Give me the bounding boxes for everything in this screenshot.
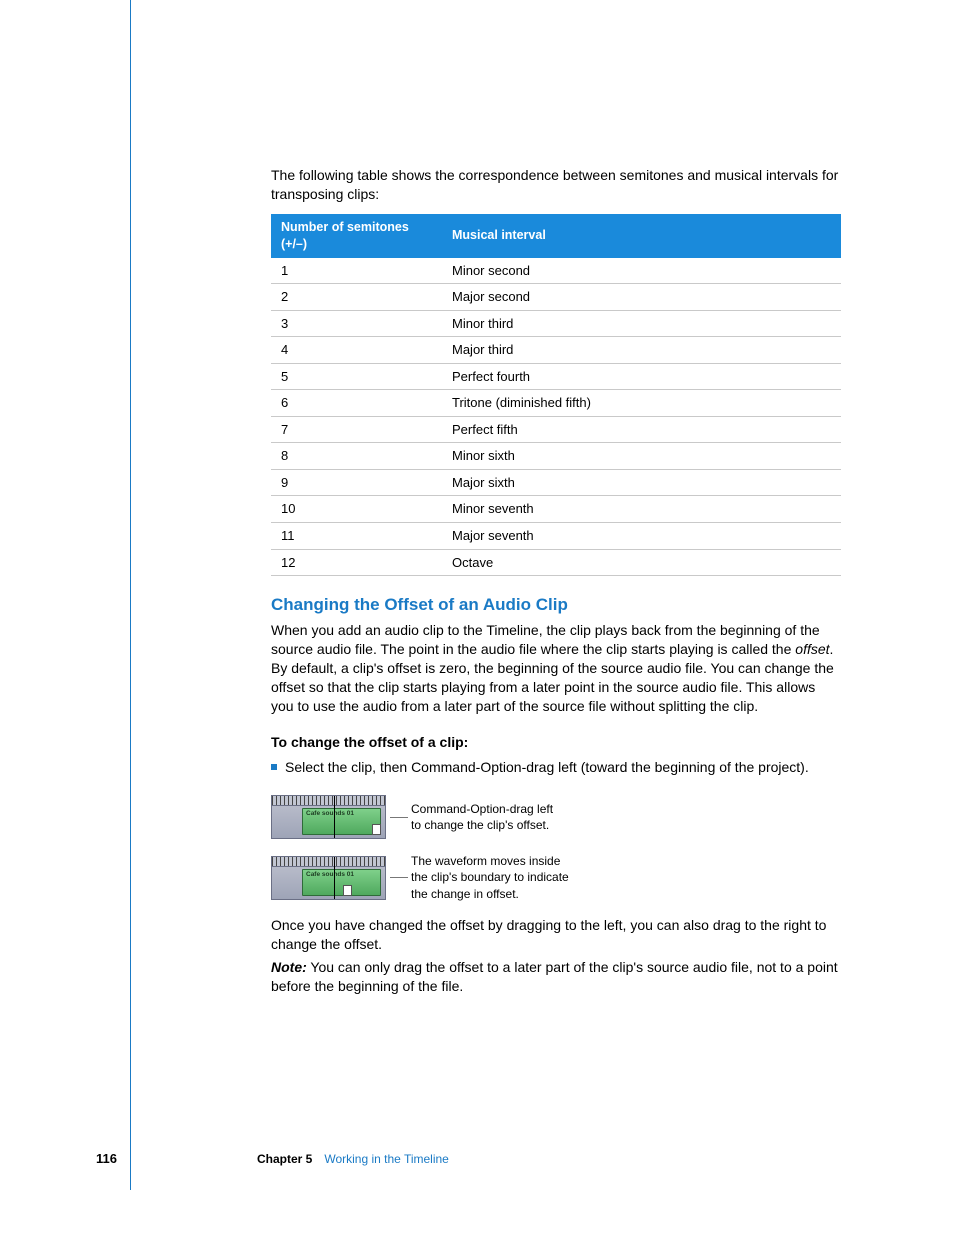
playhead: [334, 796, 335, 838]
timeline-ruler: [272, 796, 385, 806]
note-body: You can only drag the offset to a later …: [271, 959, 838, 994]
table-cell: 4: [271, 337, 442, 364]
step-list: Select the clip, then Command-Option-dra…: [271, 758, 841, 777]
table-cell: 3: [271, 310, 442, 337]
table-cell: 12: [271, 549, 442, 576]
section-heading: Changing the Offset of an Audio Clip: [271, 594, 841, 617]
caption-line: The waveform moves inside: [411, 854, 560, 868]
table-cell: Perfect fifth: [442, 416, 841, 443]
table-cell: Minor third: [442, 310, 841, 337]
table-cell: Minor sixth: [442, 443, 841, 470]
caption-1: Command-Option-drag left to change the c…: [411, 801, 553, 833]
table-cell: 1: [271, 258, 442, 284]
semitone-table: Number of semitones (+/–) Musical interv…: [271, 214, 841, 576]
table-cell: Minor seventh: [442, 496, 841, 523]
step-item: Select the clip, then Command-Option-dra…: [271, 758, 841, 777]
figure-2: Cafe sounds 01 The waveform moves inside…: [271, 853, 841, 902]
para-after-fig: Once you have changed the offset by drag…: [271, 916, 841, 954]
table-row: 9Major sixth: [271, 469, 841, 496]
note-paragraph: Note: You can only drag the offset to a …: [271, 958, 841, 996]
leader-line: [390, 817, 408, 818]
table-row: 1Minor second: [271, 258, 841, 284]
caption-line: the clip's boundary to indicate: [411, 870, 569, 884]
audio-clip: Cafe sounds 01: [302, 869, 381, 896]
table-row: 2Major second: [271, 284, 841, 311]
table-row: 6Tritone (diminished fifth): [271, 390, 841, 417]
table-cell: Major second: [442, 284, 841, 311]
table-header-interval: Musical interval: [442, 214, 841, 258]
table-row: 12Octave: [271, 549, 841, 576]
table-cell: 7: [271, 416, 442, 443]
clip-handle: [372, 824, 381, 835]
table-row: 3Minor third: [271, 310, 841, 337]
note-label: Note:: [271, 959, 307, 975]
table-row: 8Minor sixth: [271, 443, 841, 470]
table-row: 7Perfect fifth: [271, 416, 841, 443]
table-cell: Perfect fourth: [442, 363, 841, 390]
figure-1: Cafe sounds 01 Command-Option-drag left …: [271, 795, 841, 839]
audio-clip: Cafe sounds 01: [302, 808, 381, 835]
table-cell: 9: [271, 469, 442, 496]
table-cell: 5: [271, 363, 442, 390]
table-cell: 2: [271, 284, 442, 311]
playhead: [334, 857, 335, 899]
leader-line: [390, 877, 408, 878]
table-cell: Major seventh: [442, 523, 841, 550]
table-cell: Octave: [442, 549, 841, 576]
clip-label: Cafe sounds 01: [303, 809, 380, 820]
chapter-title: Working in the Timeline: [324, 1151, 449, 1167]
caption-line: the change in offset.: [411, 887, 519, 901]
clip-figure: Cafe sounds 01: [271, 856, 386, 900]
page-number: 116: [96, 1150, 117, 1168]
table-header-semitones: Number of semitones (+/–): [271, 214, 442, 258]
table-row: 5Perfect fourth: [271, 363, 841, 390]
text-run: When you add an audio clip to the Timeli…: [271, 622, 820, 657]
table-row: 11Major seventh: [271, 523, 841, 550]
table-cell: Major sixth: [442, 469, 841, 496]
offset-paragraph: When you add an audio clip to the Timeli…: [271, 621, 841, 715]
caption-2: The waveform moves inside the clip's bou…: [411, 853, 569, 902]
content-column: The following table shows the correspond…: [271, 166, 841, 995]
page-footer: 116 Chapter 5 Working in the Timeline: [96, 1150, 856, 1168]
chapter-label: Chapter 5: [257, 1151, 312, 1167]
table-cell: 10: [271, 496, 442, 523]
table-cell: 6: [271, 390, 442, 417]
howto-heading: To change the offset of a clip:: [271, 733, 841, 752]
table-cell: Minor second: [442, 258, 841, 284]
table-row: 10Minor seventh: [271, 496, 841, 523]
table-cell: 11: [271, 523, 442, 550]
table-cell: Tritone (diminished fifth): [442, 390, 841, 417]
clip-label: Cafe sounds 01: [303, 870, 380, 881]
table-cell: 8: [271, 443, 442, 470]
table-row: 4Major third: [271, 337, 841, 364]
caption-line: Command-Option-drag left: [411, 802, 553, 816]
intro-paragraph: The following table shows the correspond…: [271, 166, 841, 204]
table-cell: Major third: [442, 337, 841, 364]
clip-handle: [343, 885, 352, 896]
clip-figure: Cafe sounds 01: [271, 795, 386, 839]
offset-term: offset: [795, 641, 829, 657]
caption-line: to change the clip's offset.: [411, 818, 549, 832]
timeline-ruler: [272, 857, 385, 867]
page: The following table shows the correspond…: [130, 0, 855, 1190]
